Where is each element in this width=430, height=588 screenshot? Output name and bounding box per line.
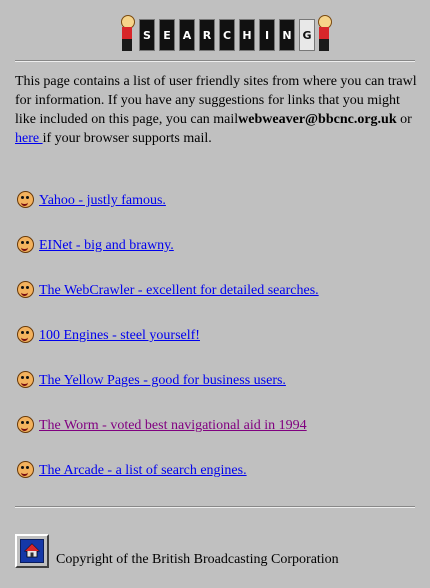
home-button[interactable] xyxy=(15,534,49,568)
page: S E A R C H I N G This page contains a l… xyxy=(0,0,430,588)
cartoon-face-icon[interactable] xyxy=(15,415,35,435)
banner-letter: C xyxy=(219,19,235,51)
list-item: The WebCrawler - excellent for detailed … xyxy=(15,276,319,300)
list-item: The Yellow Pages - good for business use… xyxy=(15,366,286,390)
einet-link[interactable]: EINet - big and brawny. xyxy=(39,238,174,255)
cartoon-face-icon[interactable] xyxy=(15,370,35,390)
list-item: The Worm - voted best navigational aid i… xyxy=(15,411,307,435)
arcade-link[interactable]: The Arcade - a list of search engines. xyxy=(39,463,247,480)
footer: Copyright of the British Broadcasting Co… xyxy=(15,534,339,568)
cartoon-face-icon[interactable] xyxy=(15,325,35,345)
cartoon-figure-right-icon xyxy=(315,15,332,51)
banner-letter: A xyxy=(179,19,195,51)
bottom-divider xyxy=(15,506,415,508)
copyright-text: Copyright of the British Broadcasting Co… xyxy=(56,552,339,567)
list-item: 100 Engines - steel yourself! xyxy=(15,321,200,345)
worm-link[interactable]: The Worm - voted best navigational aid i… xyxy=(39,418,307,435)
100-engines-link[interactable]: 100 Engines - steel yourself! xyxy=(39,328,200,345)
yellow-pages-link[interactable]: The Yellow Pages - good for business use… xyxy=(39,373,286,390)
intro-text-end: if your browser supports mail. xyxy=(42,131,212,146)
cartoon-face-icon[interactable] xyxy=(15,280,35,300)
top-divider xyxy=(15,60,415,62)
banner-letter: I xyxy=(259,19,275,51)
list-item: EINet - big and brawny. xyxy=(15,231,174,255)
yahoo-link[interactable]: Yahoo - justly famous. xyxy=(39,193,166,210)
cartoon-figure-left-icon xyxy=(118,15,135,51)
cartoon-face-icon[interactable] xyxy=(15,460,35,480)
searching-banner: S E A R C H I N G xyxy=(118,13,332,51)
intro-paragraph: This page contains a list of user friend… xyxy=(15,72,417,148)
banner-letter: H xyxy=(239,19,255,51)
banner-letter: R xyxy=(199,19,215,51)
intro-or: or xyxy=(396,112,412,127)
cartoon-face-icon[interactable] xyxy=(15,190,35,210)
home-icon xyxy=(20,539,44,563)
webcrawler-link[interactable]: The WebCrawler - excellent for detailed … xyxy=(39,283,319,300)
banner-letter: S xyxy=(139,19,155,51)
banner-letter: N xyxy=(279,19,295,51)
banner-letter: E xyxy=(159,19,175,51)
cartoon-face-icon[interactable] xyxy=(15,235,35,255)
mail-here-link[interactable]: here xyxy=(15,131,43,146)
banner-letter: G xyxy=(299,19,315,51)
contact-email: webweaver@bbcnc.org.uk xyxy=(238,112,397,127)
list-item: Yahoo - justly famous. xyxy=(15,186,166,210)
list-item: The Arcade - a list of search engines. xyxy=(15,456,247,480)
